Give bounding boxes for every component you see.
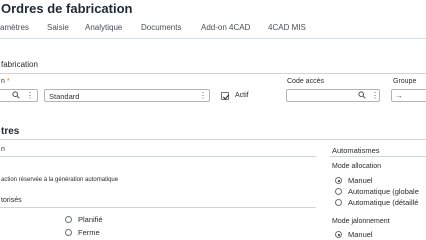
code-field[interactable]: ⋮ bbox=[0, 89, 38, 102]
tab-addon-4cad[interactable]: Add-on 4CAD bbox=[201, 23, 250, 32]
section-fabrication-label: fabrication bbox=[1, 60, 38, 69]
radio-allocation-auto-globale[interactable] bbox=[335, 188, 342, 195]
tab-bar: amètres Saisie Analytique Documents Add-… bbox=[0, 22, 426, 39]
radio-allocation-auto-detaillee[interactable] bbox=[335, 199, 342, 206]
allocation-manuel-label: Manuel bbox=[348, 176, 373, 185]
parametres-sub-label: n bbox=[1, 146, 5, 153]
radio-jalonnement-manuel[interactable] bbox=[335, 231, 342, 238]
actif-label: Actif bbox=[235, 92, 249, 99]
code-acces-label: Code accès bbox=[287, 78, 324, 85]
radio-allocation-manuel[interactable] bbox=[335, 177, 342, 184]
divider bbox=[0, 73, 426, 74]
more-options-icon[interactable]: ⋮ bbox=[199, 91, 207, 101]
planifie-label: Planifié bbox=[78, 215, 103, 224]
allocation-auto-globale-label: Automatique (globale bbox=[348, 187, 419, 196]
automatismes-heading: Automatismes bbox=[332, 146, 380, 155]
ferme-label: Ferme bbox=[78, 228, 100, 237]
arrow-icon[interactable]: → bbox=[395, 91, 403, 100]
tab-saisie[interactable]: Saisie bbox=[47, 23, 69, 32]
standard-value: Standard bbox=[49, 92, 80, 101]
page-title: Ordres de fabrication bbox=[1, 1, 133, 16]
field-label: n * bbox=[1, 78, 10, 85]
code-acces-field[interactable]: ⋮ bbox=[286, 89, 380, 102]
search-icon[interactable] bbox=[12, 91, 20, 102]
actif-checkbox[interactable] bbox=[221, 92, 230, 100]
mode-allocation-label: Mode allocation bbox=[332, 163, 382, 170]
divider bbox=[330, 156, 426, 157]
standard-field[interactable]: Standard ⋮ bbox=[44, 89, 210, 102]
parametres-heading: tres bbox=[1, 126, 20, 137]
more-options-icon[interactable]: ⋮ bbox=[26, 91, 34, 101]
reserved-text: action réservée à la génération automati… bbox=[1, 177, 119, 183]
tab-documents[interactable]: Documents bbox=[141, 23, 181, 32]
jalonnement-manuel-label: Manuel bbox=[348, 230, 373, 239]
divider bbox=[0, 207, 316, 208]
radio-planifie[interactable] bbox=[65, 216, 72, 223]
autorises-label: torisés bbox=[1, 197, 22, 204]
tab-analytique[interactable]: Analytique bbox=[85, 23, 122, 32]
tab-4cad-mis[interactable]: 4CAD MIS bbox=[268, 23, 306, 32]
mode-jalonnement-label: Mode jalonnement bbox=[332, 218, 390, 225]
allocation-auto-detaillee-label: Automatique (détaillé bbox=[348, 198, 419, 207]
radio-ferme[interactable] bbox=[65, 229, 72, 236]
divider bbox=[0, 139, 426, 140]
groupe-field[interactable]: → bbox=[391, 89, 426, 102]
divider bbox=[0, 156, 316, 157]
tab-parametres[interactable]: amètres bbox=[0, 23, 29, 32]
more-options-icon[interactable]: ⋮ bbox=[371, 91, 379, 101]
search-icon[interactable] bbox=[358, 91, 366, 102]
groupe-label: Groupe bbox=[393, 78, 417, 85]
